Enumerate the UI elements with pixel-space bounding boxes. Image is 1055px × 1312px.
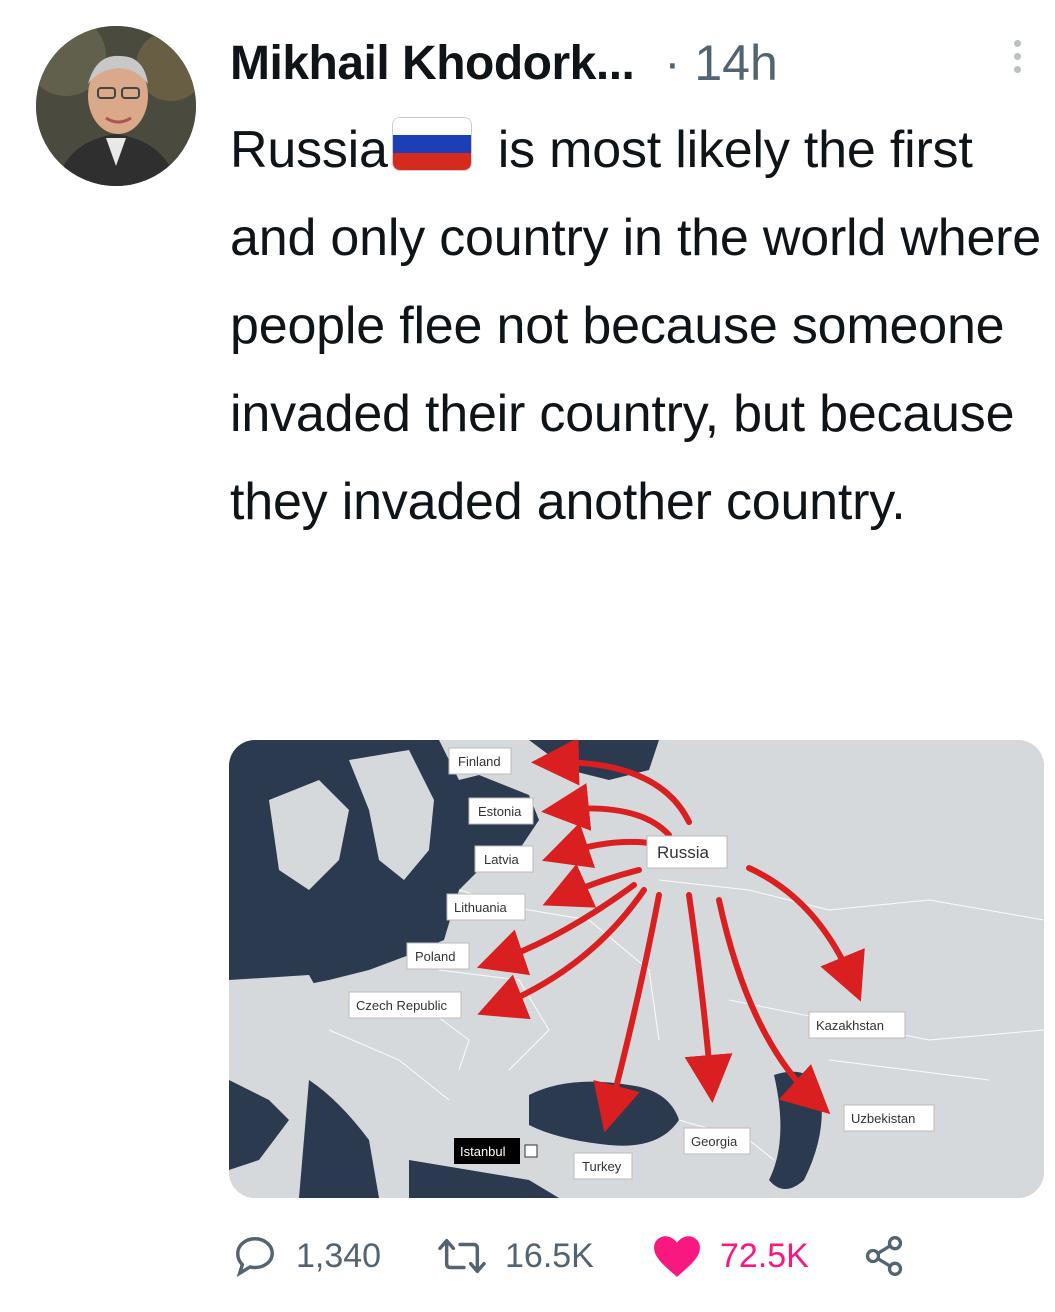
like-count: 72.5K — [720, 1236, 809, 1275]
russia-flag-icon — [391, 117, 472, 171]
more-options-icon[interactable] — [1010, 40, 1024, 80]
author-name[interactable]: Mikhail Khodork... — [230, 36, 635, 91]
label-turkey: Turkey — [582, 1159, 622, 1174]
label-lithuania: Lithuania — [454, 900, 508, 915]
map-svg: Finland Estonia Latvia Lithuania Poland … — [229, 740, 1044, 1198]
reply-button[interactable]: 1,340 — [232, 1233, 437, 1279]
separator: · — [664, 36, 681, 90]
tweet-text: Russia is most likely the first and only … — [230, 106, 1050, 546]
label-poland: Poland — [415, 949, 455, 964]
retweet-button[interactable]: 16.5K — [437, 1233, 652, 1279]
label-czech: Czech Republic — [356, 998, 448, 1013]
heart-icon — [654, 1236, 700, 1277]
tweet-text-rest: is most likely the first and only countr… — [230, 121, 1042, 531]
label-kazakhstan: Kazakhstan — [816, 1018, 884, 1033]
label-istanbul: Istanbul — [460, 1144, 506, 1159]
share-button[interactable] — [862, 1234, 924, 1278]
tweet-text-start: Russia — [230, 121, 388, 179]
share-icon — [865, 1236, 903, 1276]
tweet-actions: 1,340 16.5K 72.5K — [232, 1226, 932, 1286]
avatar[interactable] — [36, 26, 196, 186]
like-button[interactable]: 72.5K — [652, 1233, 862, 1279]
label-estonia: Estonia — [478, 804, 522, 819]
label-georgia: Georgia — [691, 1134, 738, 1149]
reply-count: 1,340 — [296, 1236, 382, 1275]
label-finland: Finland — [458, 754, 501, 769]
label-russia: Russia — [657, 843, 710, 862]
retweet-count: 16.5K — [505, 1236, 594, 1275]
label-latvia: Latvia — [484, 852, 519, 867]
avatar-photo — [36, 26, 196, 186]
timestamp[interactable]: 14h — [694, 34, 777, 92]
tweet-map-image[interactable]: Finland Estonia Latvia Lithuania Poland … — [229, 740, 1044, 1198]
retweet-icon — [438, 1238, 486, 1274]
reply-icon — [236, 1237, 274, 1278]
tweet-header: Mikhail Khodork... · 14h — [230, 28, 1030, 98]
label-uzbekistan: Uzbekistan — [851, 1111, 915, 1126]
